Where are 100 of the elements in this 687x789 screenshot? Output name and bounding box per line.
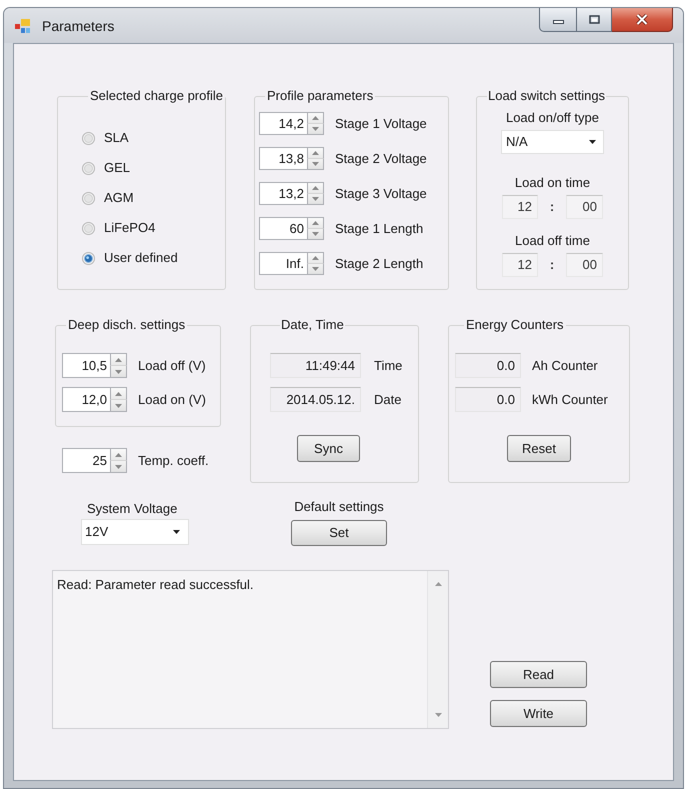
caret-down-icon (312, 162, 319, 166)
number-field[interactable]: 10,5 (62, 353, 110, 378)
caret-down-icon (115, 404, 122, 408)
caret-down-icon (115, 370, 122, 374)
caret-up-icon (115, 392, 122, 396)
radio-label: SLA (104, 130, 129, 146)
read-only-field: 0.0 (455, 353, 521, 378)
dropdown[interactable]: N/A (500, 130, 604, 154)
group-title: Profile parameters (266, 88, 374, 104)
hour-field[interactable]: 12 (502, 253, 538, 277)
caret-up-icon (312, 256, 319, 260)
spin-up-button[interactable] (306, 182, 324, 194)
field-label: Stage 1 Voltage (334, 116, 427, 132)
set-button[interactable]: Set (291, 520, 387, 546)
radio-label: User defined (104, 250, 178, 266)
radio-button[interactable] (82, 222, 95, 234)
log-text-area[interactable]: Read: Parameter read successful. (52, 570, 449, 729)
spin-down-button[interactable] (306, 194, 324, 205)
number-field[interactable]: 60 (258, 217, 307, 240)
minute-field[interactable]: 00 (566, 253, 603, 277)
field-label: Stage 3 Voltage (334, 186, 427, 202)
minimize-icon (552, 20, 564, 24)
caret-up-icon (312, 221, 319, 225)
spin-down-button[interactable] (110, 461, 127, 473)
scroll-down-icon (434, 713, 442, 717)
sync-button[interactable]: Sync (297, 435, 360, 462)
caret-down-icon (312, 267, 319, 271)
spin-up-button[interactable] (306, 112, 324, 124)
maximize-icon (588, 15, 600, 24)
field-label: Load on/off type (506, 110, 599, 126)
field-label: Ah Counter (532, 358, 598, 374)
field-label: kWh Counter (532, 392, 608, 408)
reset-button[interactable]: Reset (507, 435, 571, 462)
spin-up-button[interactable] (306, 147, 324, 159)
caret-up-icon (312, 116, 319, 120)
field-label: Stage 2 Length (334, 256, 424, 272)
caret-up-icon (312, 151, 319, 155)
radio-label: LiFePO4 (104, 220, 156, 236)
spin-down-button[interactable] (306, 229, 324, 240)
radio-button[interactable] (82, 132, 95, 144)
number-field[interactable]: 13,2 (258, 182, 307, 205)
read-only-field: 0.0 (455, 387, 521, 412)
caret-down-icon (312, 197, 319, 201)
maximize-button[interactable] (577, 8, 612, 32)
scrollbar[interactable] (427, 571, 448, 728)
caret-up-icon (115, 358, 122, 362)
number-field[interactable]: Inf. (258, 252, 307, 275)
spin-up-button[interactable] (306, 217, 324, 229)
spin-up-button[interactable] (110, 387, 127, 400)
field-label: Temp. coeff. (138, 452, 209, 468)
number-field[interactable]: 13,8 (258, 147, 307, 170)
spin-down-button[interactable] (110, 400, 127, 412)
field-label: Stage 2 Voltage (334, 150, 427, 166)
spin-down-button[interactable] (306, 264, 324, 275)
read-button[interactable]: Read (490, 661, 587, 688)
close-button[interactable] (612, 8, 673, 32)
spin-up-button[interactable] (110, 353, 127, 366)
minute-field[interactable]: 00 (566, 195, 603, 219)
field-label: Date (374, 392, 402, 408)
field-label: Load off time (515, 233, 590, 249)
spin-up-button[interactable] (306, 252, 324, 264)
spin-down-button[interactable] (306, 124, 324, 135)
caret-down-icon (312, 127, 319, 131)
scroll-up-icon (434, 582, 442, 586)
write-button[interactable]: Write (490, 700, 587, 727)
caret-down-icon (173, 530, 180, 534)
field-label: Load on (V) (138, 392, 206, 408)
group-title: Energy Counters (465, 317, 565, 333)
spin-up-button[interactable] (110, 448, 127, 461)
app-icon (15, 19, 31, 34)
radio-label: GEL (104, 160, 130, 176)
number-field[interactable]: 25 (62, 448, 110, 473)
spin-down-button[interactable] (306, 159, 324, 170)
window-title: Parameters (42, 18, 114, 35)
time-separator: : (548, 199, 556, 215)
caret-up-icon (115, 452, 122, 456)
minimize-button[interactable] (539, 8, 577, 32)
radio-button[interactable] (82, 192, 95, 204)
spin-down-button[interactable] (110, 366, 127, 378)
group-title: Load switch settings (486, 88, 606, 104)
caret-up-icon (312, 186, 319, 190)
field-label: Time (374, 358, 402, 374)
hour-field[interactable]: 12 (502, 195, 538, 219)
radio-button[interactable] (82, 252, 95, 264)
group-title: Selected charge profile (89, 88, 224, 104)
field-label: Default settings (293, 499, 385, 515)
field-label: Load off (V) (138, 358, 206, 374)
field-label: Stage 1 Length (334, 220, 424, 236)
dropdown[interactable]: 12V (81, 519, 189, 545)
number-field[interactable]: 12,0 (62, 387, 110, 412)
read-only-field: 11:49:44 (270, 353, 361, 378)
number-field[interactable]: 14,2 (258, 112, 307, 135)
field-label: Load on time (514, 175, 590, 191)
read-only-field: 2014.05.12. (270, 387, 361, 412)
caret-down-icon (115, 464, 122, 468)
group-title: Deep disch. settings (67, 317, 186, 333)
radio-button[interactable] (82, 162, 95, 174)
close-icon (636, 14, 648, 25)
caret-down-icon (312, 232, 319, 236)
radio-label: AGM (104, 190, 134, 206)
